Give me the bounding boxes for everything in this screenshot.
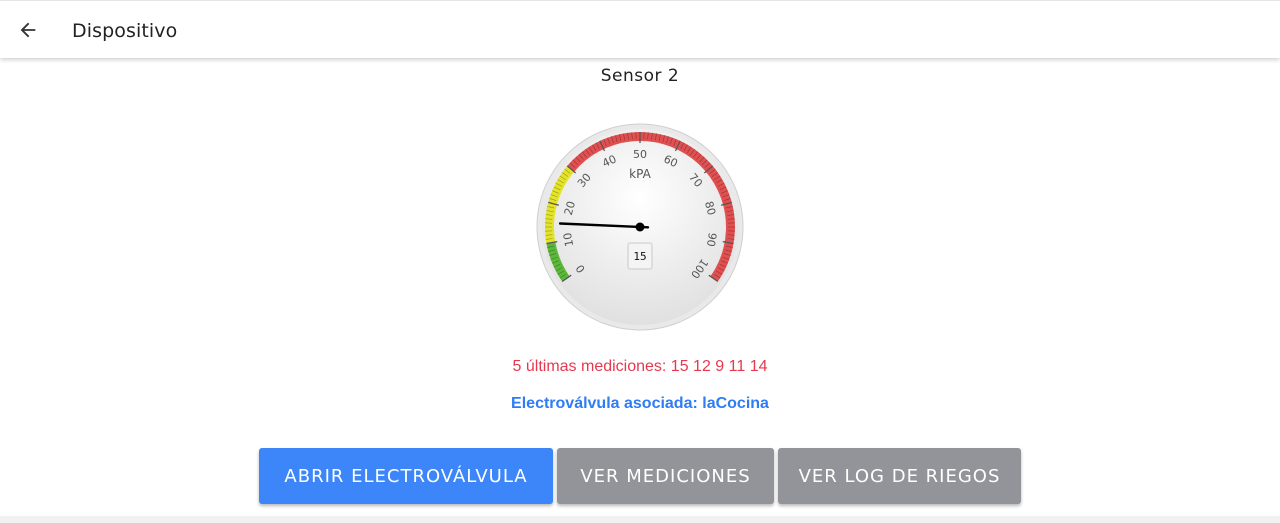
view-irrigation-log-button[interactable]: VER LOG DE RIEGOS: [778, 448, 1021, 504]
last-measurements: 5 últimas mediciones: 15 12 9 11 14: [512, 358, 768, 375]
bottom-strip: [0, 516, 1280, 523]
gauge-tick-label: 50: [633, 148, 647, 161]
pressure-gauge: 0 10 20 30 40 50 60 70 80 90 100 kPA 15: [535, 122, 745, 332]
associated-valve: Electroválvula asociada: laCocina: [511, 395, 769, 412]
open-valve-button[interactable]: ABRIR ELECTROVÁLVULA: [259, 448, 553, 504]
gauge-tick-label: 90: [704, 232, 719, 248]
gauge-value: 15: [633, 250, 646, 263]
page-title: Dispositivo: [72, 20, 178, 42]
app-bar: Dispositivo: [0, 0, 1280, 58]
gauge-needle-hub: [635, 222, 645, 232]
gauge-unit: kPA: [629, 167, 651, 181]
gauge-svg: 010203040 50 60708090100 kPA 15: [536, 123, 744, 331]
view-measurements-button[interactable]: VER MEDICIONES: [557, 448, 774, 504]
gauge-tick-label: 10: [561, 232, 576, 248]
back-arrow-icon[interactable]: [14, 16, 42, 44]
sensor-name: Sensor 2: [600, 66, 680, 86]
